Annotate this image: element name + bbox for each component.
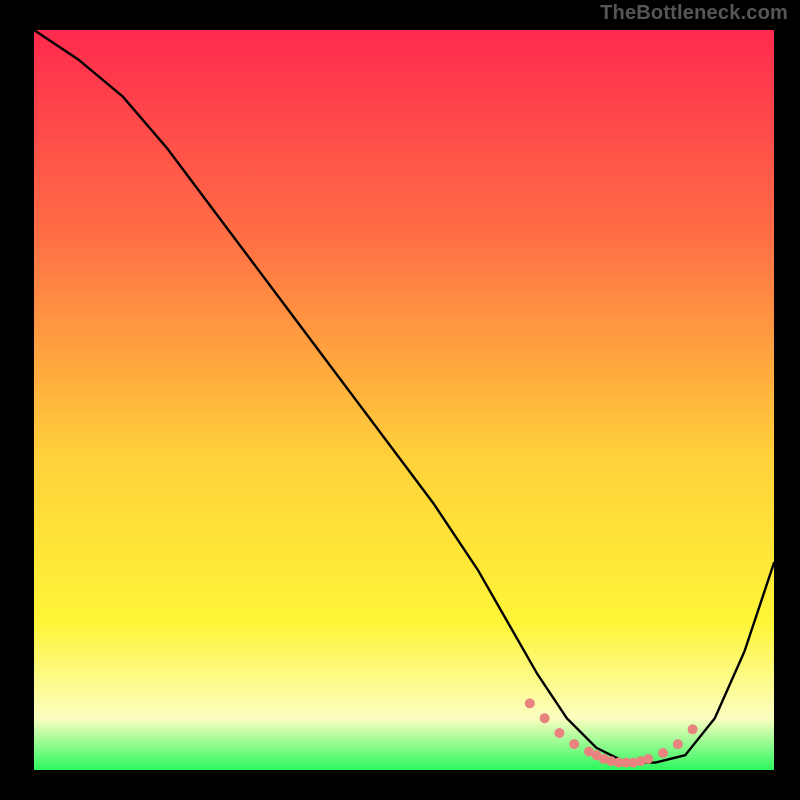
optimum-marker (658, 748, 668, 758)
optimum-marker (540, 713, 550, 723)
optimum-marker (525, 698, 535, 708)
chart-stage: { "watermark": "TheBottleneck.com", "col… (0, 0, 800, 800)
plot-gradient-area (34, 30, 774, 770)
optimum-marker (569, 739, 579, 749)
bottleneck-chart (0, 0, 800, 800)
optimum-marker (673, 739, 683, 749)
watermark-text: TheBottleneck.com (600, 2, 788, 25)
optimum-marker (643, 754, 653, 764)
optimum-marker (688, 724, 698, 734)
optimum-marker (554, 728, 564, 738)
